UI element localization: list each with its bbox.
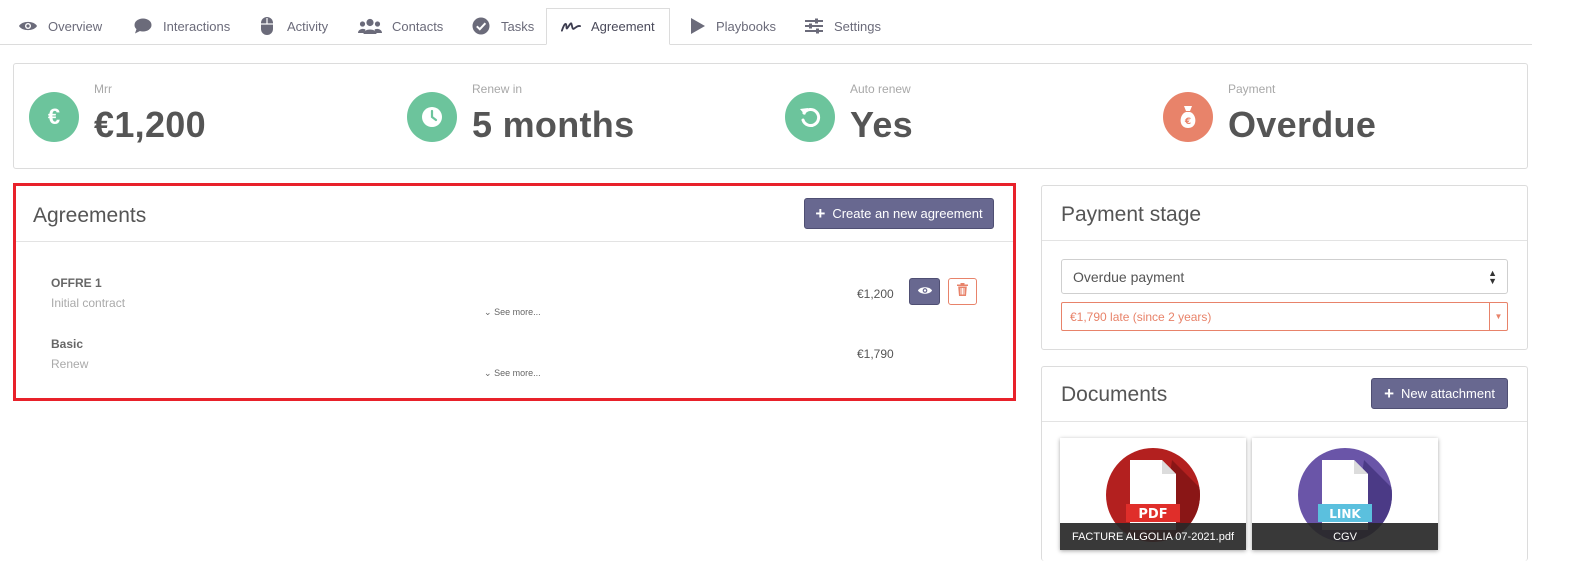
tab-interactions[interactable]: Interactions — [133, 8, 230, 44]
kpi-label: Renew in — [472, 82, 523, 96]
delete-agreement-button[interactable] — [948, 278, 977, 305]
tab-label: Playbooks — [716, 18, 776, 34]
view-agreement-button[interactable] — [909, 278, 940, 305]
agreement-row: OFFRE 1 Initial contract ⌄ See more... €… — [16, 266, 1013, 326]
tab-playbooks[interactable]: Playbooks — [688, 8, 776, 44]
trash-icon — [957, 282, 968, 301]
plus-icon: + — [815, 204, 826, 223]
tab-agreement[interactable]: Agreement — [546, 8, 670, 45]
chevron-down-icon[interactable]: ▼ — [1489, 303, 1507, 330]
create-agreement-button[interactable]: + Create an new agreement — [804, 198, 994, 229]
sliders-icon — [804, 16, 824, 36]
agreements-header: Agreements + Create an new agreement — [16, 186, 1013, 242]
tab-label: Interactions — [163, 18, 231, 34]
agreement-name: Basic — [51, 337, 84, 351]
late-payment-field[interactable]: €1,790 late (since 2 years) ▼ — [1061, 302, 1508, 331]
kpi-label: Mrr — [94, 82, 112, 96]
document-type-label: PDF — [1138, 507, 1167, 522]
svg-text:€: € — [1184, 117, 1191, 127]
kpi-value: 5 months — [472, 104, 635, 145]
agreements-title: Agreements — [33, 204, 147, 227]
payment-stage-value: Overdue payment — [1073, 268, 1185, 285]
tab-bar: Overview Interactions Activity Contacts … — [0, 8, 1532, 45]
new-attachment-button[interactable]: + New attachment — [1371, 378, 1508, 409]
eye-icon — [917, 283, 933, 301]
agreement-subtitle: Initial contract — [51, 296, 126, 310]
chevron-down-icon: ⌄ — [484, 368, 492, 378]
document-name: CGV — [1252, 523, 1438, 550]
late-payment-text: €1,790 late (since 2 years) — [1070, 309, 1212, 324]
users-icon — [358, 16, 382, 36]
tab-settings[interactable]: Settings — [804, 8, 881, 44]
payment-stage-title: Payment stage — [1061, 203, 1202, 226]
see-more-label: See more... — [494, 368, 541, 378]
tab-label: Settings — [834, 18, 881, 34]
kpi-value: €1,200 — [94, 104, 206, 145]
kpi-label: Auto renew — [850, 82, 911, 96]
kpi-summary: € Mrr €1,200 Renew in 5 months Auto rene… — [13, 63, 1528, 169]
kpi-label: Payment — [1228, 82, 1276, 96]
tab-contacts[interactable]: Contacts — [358, 8, 443, 44]
documents-title: Documents — [1061, 383, 1168, 406]
mouse-icon — [257, 16, 277, 36]
tab-activity[interactable]: Activity — [257, 8, 328, 44]
tab-label: Activity — [287, 18, 329, 34]
check-circle-icon — [471, 16, 491, 36]
tab-label: Tasks — [501, 18, 535, 34]
document-card[interactable]: LINK CGV — [1252, 438, 1438, 550]
play-icon — [688, 16, 708, 36]
document-name: FACTURE ALGOLIA 07-2021.pdf — [1060, 523, 1246, 550]
agreement-row: Basic Renew ⌄ See more... €1,790 — [16, 327, 1013, 387]
kpi-value: Yes — [850, 104, 913, 145]
chat-icon — [133, 16, 153, 36]
sort-caret-icon: ▲ ▼ — [1488, 268, 1497, 286]
divider — [1042, 240, 1527, 241]
tab-label: Overview — [48, 18, 103, 34]
tab-label: Agreement — [591, 19, 655, 34]
euro-icon: € — [29, 92, 79, 142]
new-attachment-label: New attachment — [1401, 386, 1495, 401]
document-card[interactable]: PDF FACTURE ALGOLIA 07-2021.pdf — [1060, 438, 1246, 550]
see-more-link[interactable]: ⌄ See more... — [484, 307, 541, 318]
kpi-value: Overdue — [1228, 104, 1377, 145]
agreement-subtitle: Renew — [51, 357, 89, 371]
chevron-down-icon: ⌄ — [484, 307, 492, 317]
plus-icon: + — [1384, 384, 1394, 403]
agreement-price: €1,790 — [857, 347, 894, 361]
payment-stage-select[interactable]: Overdue payment ▲ ▼ — [1061, 259, 1508, 294]
eye-icon — [18, 16, 38, 36]
divider — [1042, 421, 1527, 422]
payment-stage-panel: Payment stage Overdue payment ▲ ▼ €1,790 … — [1041, 185, 1528, 350]
money-bag-icon: € — [1163, 92, 1213, 142]
refresh-icon — [785, 92, 835, 142]
tab-tasks[interactable]: Tasks — [471, 8, 534, 44]
tab-label: Contacts — [392, 18, 444, 34]
create-agreement-label: Create an new agreement — [832, 206, 983, 221]
agreement-name: OFFRE 1 — [51, 276, 102, 290]
document-type-label: LINK — [1329, 507, 1361, 521]
tab-overview[interactable]: Overview — [18, 8, 102, 44]
see-more-link[interactable]: ⌄ See more... — [484, 368, 541, 379]
see-more-label: See more... — [494, 307, 541, 317]
clock-icon — [407, 92, 457, 142]
agreements-panel: Agreements + Create an new agreement OFF… — [13, 183, 1016, 401]
signature-icon — [561, 17, 581, 37]
agreement-price: €1,200 — [857, 287, 894, 301]
